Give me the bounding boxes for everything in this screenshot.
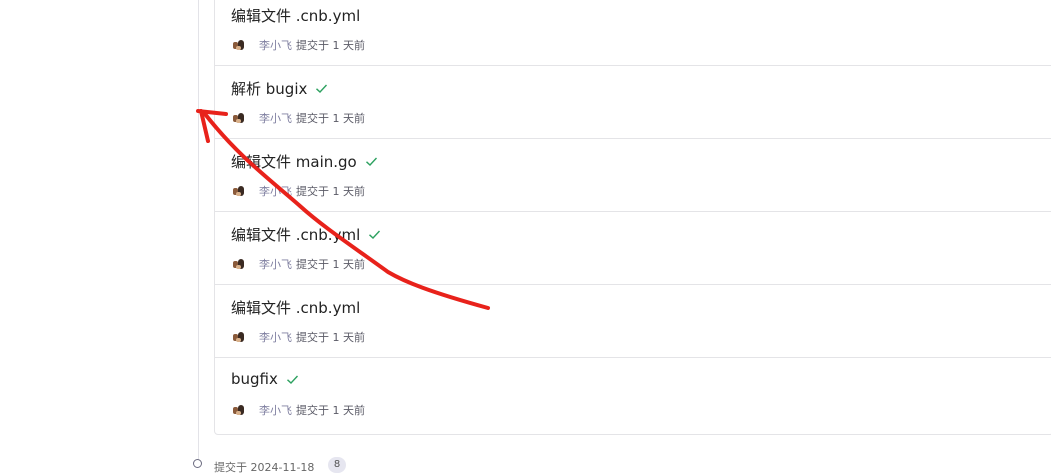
commit-meta: 李小飞 提交于 1 天前 bbox=[231, 37, 365, 53]
commit-meta: 李小飞 提交于 1 天前 bbox=[231, 329, 365, 345]
commit-row[interactable]: 编辑文件 .cnb.yml 李小飞 提交于 1 天前 bbox=[215, 212, 1051, 285]
commit-row[interactable]: bugfix 李小飞 提交于 1 天前 bbox=[215, 358, 1051, 431]
commit-row[interactable]: 编辑文件 .cnb.yml 李小飞 提交于 1 天前 bbox=[215, 285, 1051, 358]
avatar[interactable] bbox=[231, 256, 247, 272]
commit-title-text[interactable]: 解析 bugix bbox=[231, 78, 307, 99]
timeline-dot-icon bbox=[193, 459, 202, 468]
commit-time: 提交于 1 天前 bbox=[296, 331, 365, 344]
commit-time: 提交于 1 天前 bbox=[296, 404, 365, 417]
author-name[interactable]: 李小飞 bbox=[259, 402, 292, 418]
commit-title[interactable]: 编辑文件 .cnb.yml bbox=[231, 5, 360, 26]
commit-time: 提交于 1 天前 bbox=[296, 112, 365, 125]
avatar[interactable] bbox=[231, 329, 247, 345]
author-name[interactable]: 李小飞 bbox=[259, 110, 292, 126]
author-name[interactable]: 李小飞 bbox=[259, 329, 292, 345]
commit-row[interactable]: 解析 bugix 李小飞 提交于 1 天前 bbox=[215, 66, 1051, 139]
commit-time: 提交于 1 天前 bbox=[296, 185, 365, 198]
commit-title-text[interactable]: bugfix bbox=[231, 370, 278, 388]
commit-title[interactable]: 编辑文件 .cnb.yml bbox=[231, 224, 381, 245]
commit-title[interactable]: bugfix bbox=[231, 370, 299, 388]
author-name[interactable]: 李小飞 bbox=[259, 256, 292, 272]
check-icon bbox=[316, 84, 328, 93]
avatar[interactable] bbox=[231, 37, 247, 53]
timeline-line bbox=[198, 0, 199, 465]
author-name[interactable]: 李小飞 bbox=[259, 37, 292, 53]
commit-title-text[interactable]: 编辑文件 .cnb.yml bbox=[231, 5, 360, 26]
author-name[interactable]: 李小飞 bbox=[259, 183, 292, 199]
commit-title-text[interactable]: 编辑文件 .cnb.yml bbox=[231, 297, 360, 318]
check-icon bbox=[369, 230, 381, 239]
avatar[interactable] bbox=[231, 183, 247, 199]
commit-group-date: 提交于 2024-11-18 bbox=[214, 461, 315, 474]
commit-time: 提交于 1 天前 bbox=[296, 39, 365, 52]
commit-time: 提交于 1 天前 bbox=[296, 258, 365, 271]
check-icon bbox=[286, 375, 298, 384]
commit-title-text[interactable]: 编辑文件 .cnb.yml bbox=[231, 224, 360, 245]
commit-row[interactable]: 编辑文件 .cnb.yml 李小飞 提交于 1 天前 bbox=[215, 0, 1051, 66]
commit-meta: 李小飞 提交于 1 天前 bbox=[231, 402, 365, 418]
commit-list: 编辑文件 .cnb.yml 李小飞 提交于 1 天前 解析 bugix 李小飞 … bbox=[214, 0, 1051, 435]
avatar[interactable] bbox=[231, 110, 247, 126]
commit-title[interactable]: 解析 bugix bbox=[231, 78, 328, 99]
check-icon bbox=[365, 157, 377, 166]
avatar[interactable] bbox=[231, 402, 247, 418]
commit-meta: 李小飞 提交于 1 天前 bbox=[231, 110, 365, 126]
commit-count-badge: 8 bbox=[328, 457, 346, 473]
commit-title[interactable]: 编辑文件 main.go bbox=[231, 151, 378, 172]
commit-row[interactable]: 编辑文件 main.go 李小飞 提交于 1 天前 bbox=[215, 139, 1051, 212]
commit-meta: 李小飞 提交于 1 天前 bbox=[231, 256, 365, 272]
commit-meta: 李小飞 提交于 1 天前 bbox=[231, 183, 365, 199]
commit-title-text[interactable]: 编辑文件 main.go bbox=[231, 151, 357, 172]
commit-title[interactable]: 编辑文件 .cnb.yml bbox=[231, 297, 360, 318]
